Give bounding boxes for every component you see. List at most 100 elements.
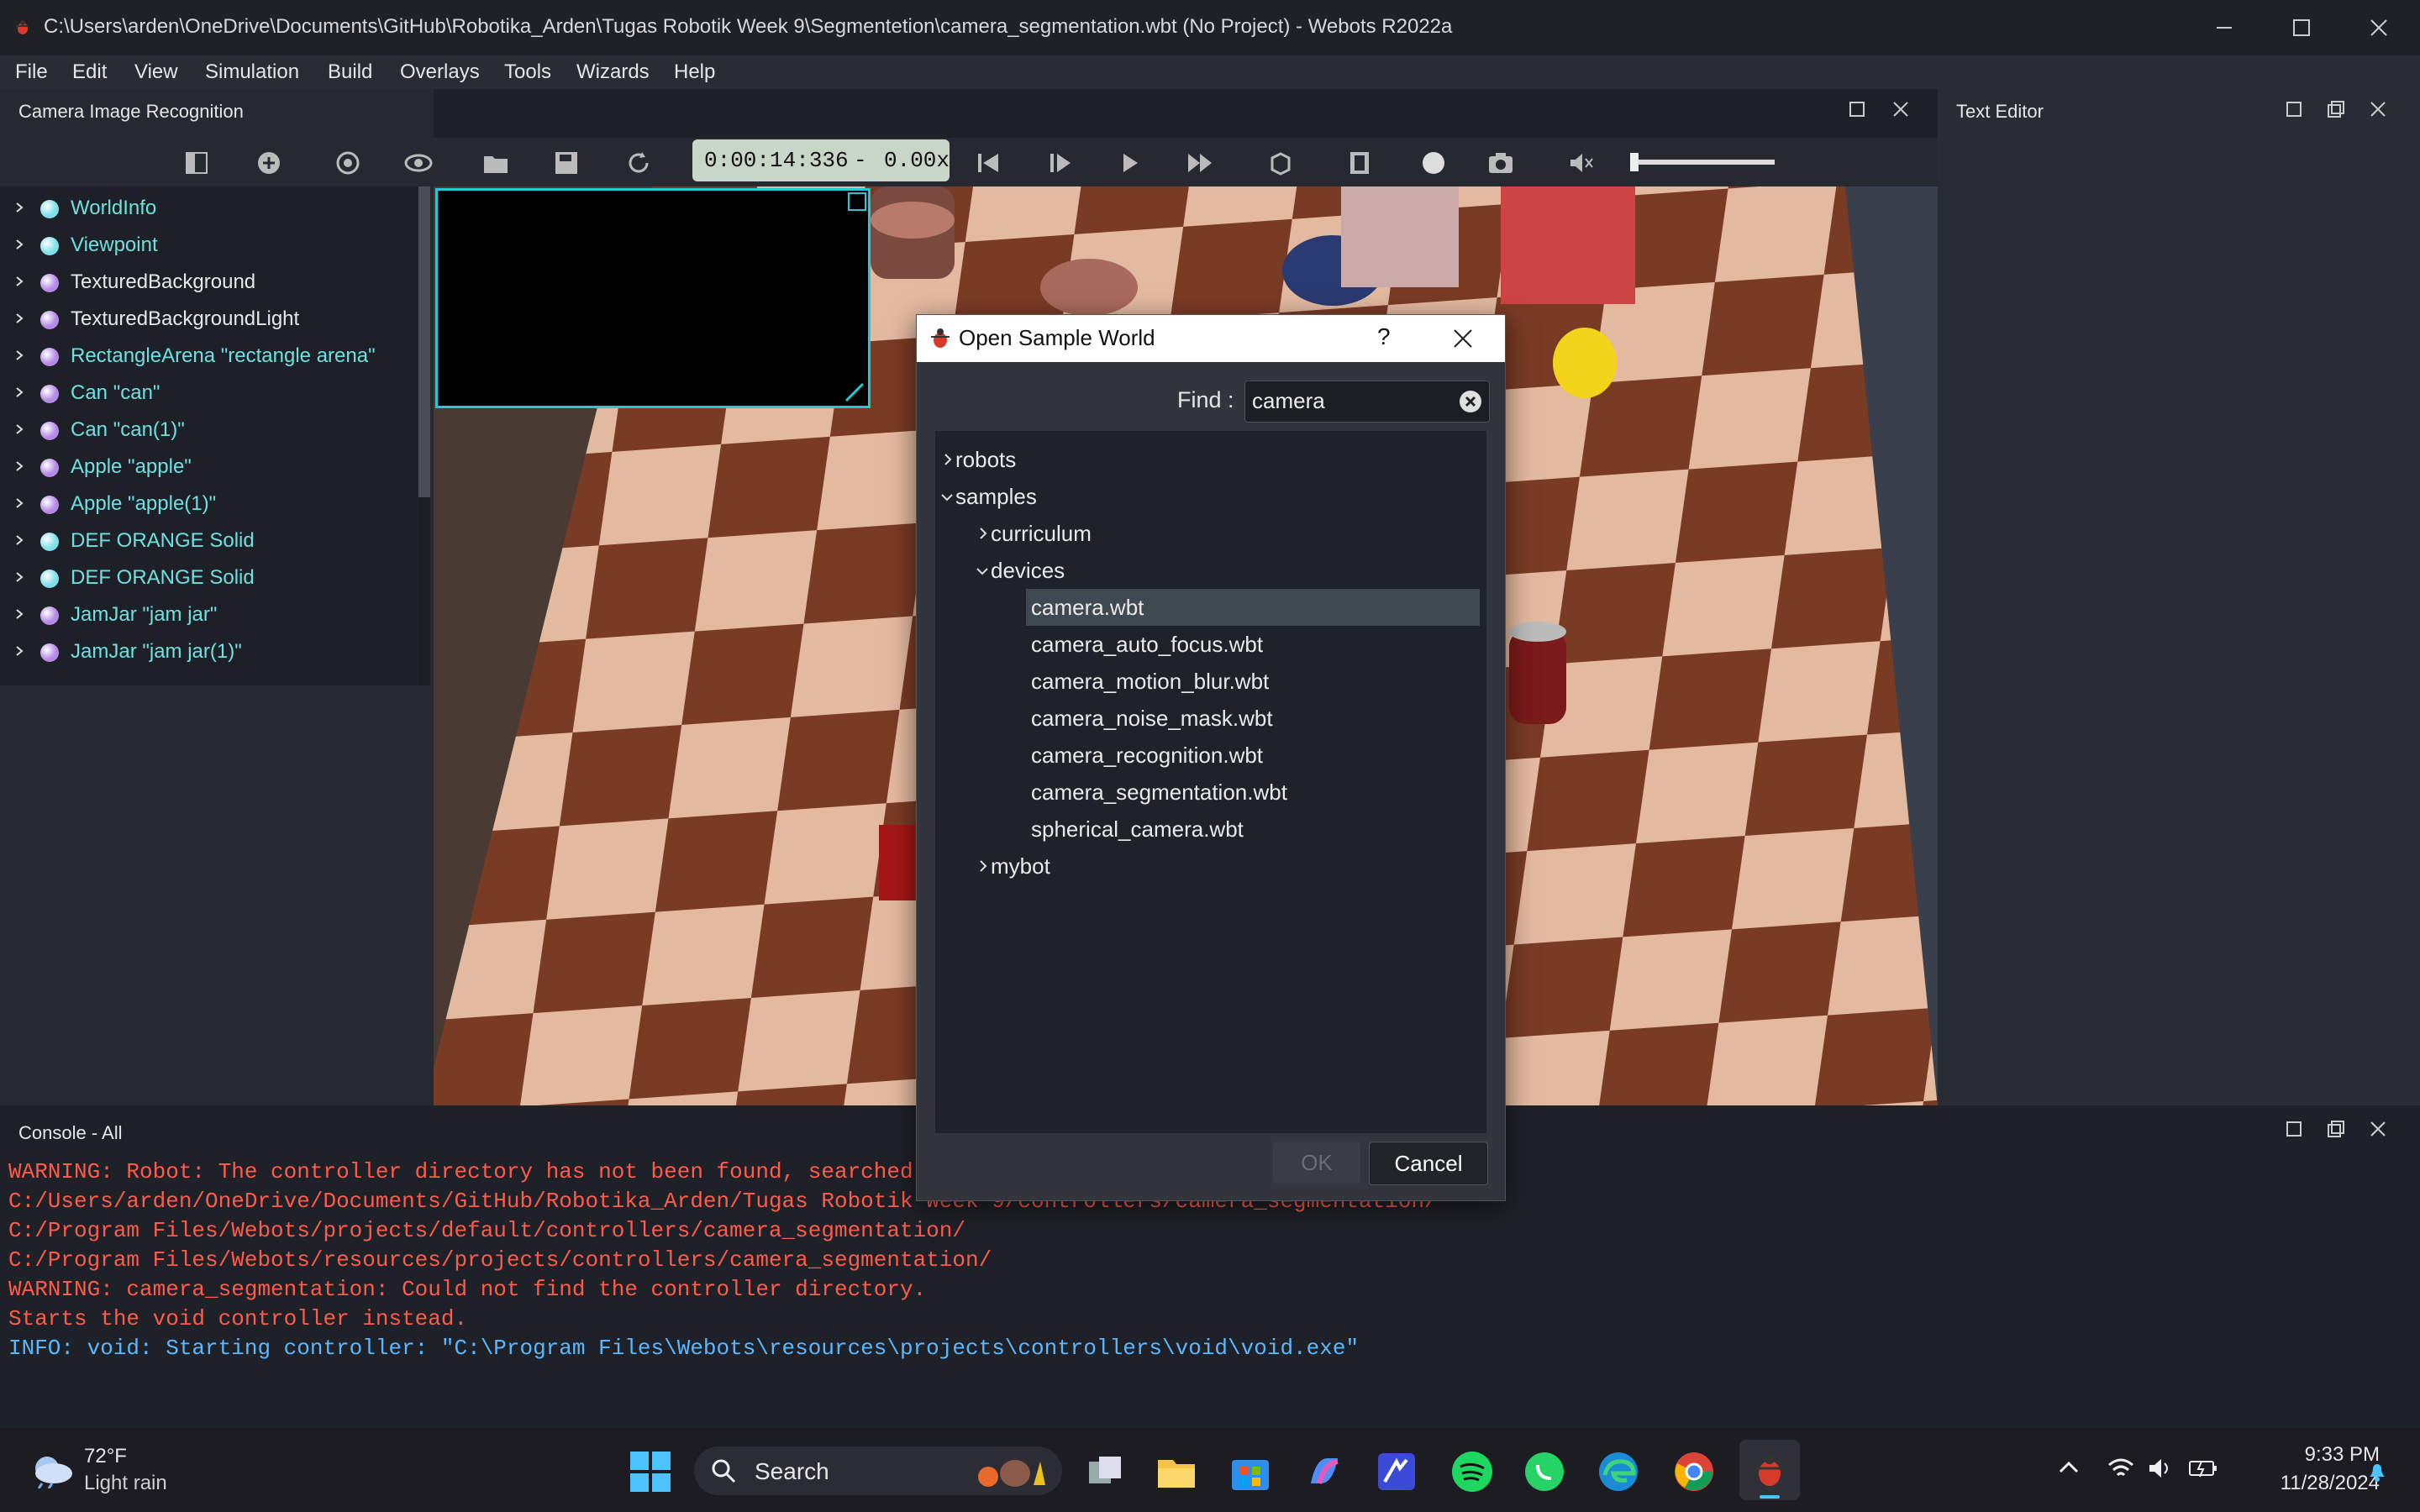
menu-tools[interactable]: Tools: [504, 60, 551, 84]
sample-tree-item[interactable]: camera_motion_blur.wbt: [1026, 663, 1480, 700]
add-node-icon[interactable]: [254, 148, 284, 178]
chevron-right-icon[interactable]: [13, 497, 25, 509]
webots-taskbar-button[interactable]: [1739, 1440, 1800, 1500]
taskbar-search-box[interactable]: Search: [694, 1446, 1062, 1495]
float-editor-icon[interactable]: [2282, 97, 2306, 121]
wifi-icon[interactable]: [2107, 1457, 2134, 1480]
chevron-right-icon[interactable]: [13, 239, 25, 250]
menu-wizards[interactable]: Wizards: [576, 60, 650, 84]
sample-tree-item[interactable]: camera_recognition.wbt: [1026, 737, 1480, 774]
copilot-icon[interactable]: [1302, 1450, 1346, 1494]
scene-tree-item[interactable]: Can "can": [0, 375, 418, 412]
open-world-icon[interactable]: [481, 148, 511, 178]
scene-tree-item[interactable]: Can "can(1)": [0, 412, 418, 449]
scene-tree-scrollbar[interactable]: [418, 186, 430, 685]
camera-overlay[interactable]: [435, 188, 871, 408]
scene-tree-item[interactable]: TexturedBackground: [0, 264, 418, 301]
chevron-right-icon[interactable]: [13, 460, 25, 472]
play-icon[interactable]: [1114, 148, 1144, 178]
float-panel-icon[interactable]: [1845, 97, 1869, 121]
sample-tree-item[interactable]: mybot: [935, 848, 1486, 885]
mute-icon[interactable]: [1566, 148, 1597, 178]
chevron-right-icon[interactable]: [13, 312, 25, 324]
chevron-right-icon[interactable]: [13, 276, 25, 287]
close-editor-icon[interactable]: [2366, 97, 2390, 121]
chevron-right-icon[interactable]: [977, 527, 989, 540]
spotify-icon[interactable]: [1450, 1450, 1494, 1494]
ok-button[interactable]: OK: [1273, 1142, 1360, 1184]
scene-tree-item[interactable]: DEF ORANGE Solid: [0, 559, 418, 596]
menu-simulation[interactable]: Simulation: [205, 60, 299, 84]
sample-tree-item[interactable]: camera_segmentation.wbt: [1026, 774, 1480, 811]
chevron-down-icon[interactable]: [976, 565, 989, 577]
chevron-up-icon[interactable]: [2057, 1457, 2081, 1480]
chevron-right-icon[interactable]: [13, 608, 25, 620]
file-explorer-icon[interactable]: [1155, 1450, 1198, 1494]
volume-slider[interactable]: [1630, 153, 1775, 171]
menu-help[interactable]: Help: [674, 60, 715, 84]
microsoft-store-icon[interactable]: [1228, 1450, 1272, 1494]
scene-tree-item[interactable]: TexturedBackgroundLight: [0, 301, 418, 338]
clear-search-icon[interactable]: [1459, 390, 1482, 413]
screenshot-icon[interactable]: [1486, 148, 1516, 178]
menu-overlays[interactable]: Overlays: [400, 60, 480, 84]
reset-view-icon[interactable]: [333, 148, 363, 178]
sample-tree-item[interactable]: camera_noise_mask.wbt: [1026, 700, 1480, 737]
eye-icon[interactable]: [403, 148, 434, 178]
restore-console-icon[interactable]: [2324, 1117, 2348, 1141]
chevron-right-icon[interactable]: [13, 645, 25, 657]
rendering-icon[interactable]: [1265, 148, 1296, 178]
visual-studio-icon[interactable]: [1375, 1450, 1418, 1494]
chevron-right-icon[interactable]: [13, 386, 25, 398]
menu-build[interactable]: Build: [328, 60, 372, 84]
restore-editor-icon[interactable]: [2324, 97, 2348, 121]
volume-slider-handle[interactable]: [1630, 153, 1639, 171]
chevron-right-icon[interactable]: [13, 423, 25, 435]
chevron-right-icon[interactable]: [13, 202, 25, 213]
whatsapp-icon[interactable]: [1523, 1450, 1566, 1494]
chevron-right-icon[interactable]: [13, 349, 25, 361]
close-panel-icon[interactable]: [1889, 97, 1912, 121]
close-overlay-icon[interactable]: [848, 192, 866, 211]
sample-tree-item[interactable]: camera.wbt: [1026, 589, 1480, 626]
step-icon[interactable]: [1044, 148, 1074, 178]
movie-icon[interactable]: [1344, 148, 1375, 178]
sample-tree-item[interactable]: spherical_camera.wbt: [1026, 811, 1480, 848]
menu-view[interactable]: View: [134, 60, 178, 84]
close-window-icon[interactable]: [2339, 10, 2417, 45]
toggle-scene-tree-icon[interactable]: [182, 148, 212, 178]
sample-tree-item[interactable]: samples: [935, 478, 1486, 515]
scene-tree-item[interactable]: WorldInfo: [0, 190, 418, 227]
reload-world-icon[interactable]: [623, 148, 654, 178]
chevron-right-icon[interactable]: [977, 859, 989, 873]
minimize-icon[interactable]: [2185, 10, 2262, 45]
volume-icon[interactable]: [2148, 1457, 2175, 1480]
sample-tree-item[interactable]: robots: [935, 441, 1486, 478]
scene-tree-item[interactable]: JamJar "jam jar": [0, 596, 418, 633]
float-console-icon[interactable]: [2282, 1117, 2306, 1141]
windows-start-icon[interactable]: [629, 1450, 672, 1494]
chrome-icon[interactable]: [1672, 1450, 1716, 1494]
scene-tree-item[interactable]: Apple "apple": [0, 449, 418, 486]
maximize-icon[interactable]: [2262, 10, 2339, 45]
save-world-icon[interactable]: [551, 148, 581, 178]
chevron-right-icon[interactable]: [13, 534, 25, 546]
battery-icon[interactable]: [2188, 1457, 2218, 1480]
notification-bell-icon[interactable]: [2365, 1458, 2390, 1483]
reset-simulation-icon[interactable]: [973, 148, 1003, 178]
edge-icon[interactable]: [1597, 1450, 1640, 1494]
scrollbar-thumb[interactable]: [418, 186, 430, 497]
menu-file[interactable]: File: [15, 60, 48, 84]
sample-tree-item[interactable]: devices: [935, 552, 1486, 589]
find-input[interactable]: camera: [1244, 381, 1490, 423]
help-button[interactable]: ?: [1377, 323, 1391, 350]
scene-tree-item[interactable]: Viewpoint: [0, 227, 418, 264]
scene-tree-item[interactable]: DEF ORANGE Solid: [0, 522, 418, 559]
record-icon[interactable]: [1418, 148, 1449, 178]
task-view-icon[interactable]: [1084, 1450, 1128, 1494]
resize-handle-icon[interactable]: [844, 382, 865, 402]
cancel-button[interactable]: Cancel: [1369, 1142, 1488, 1185]
close-dialog-icon[interactable]: [1451, 327, 1475, 350]
scene-tree-item[interactable]: Apple "apple(1)": [0, 486, 418, 522]
scene-tree-item[interactable]: JamJar "jam jar(1)": [0, 633, 418, 670]
